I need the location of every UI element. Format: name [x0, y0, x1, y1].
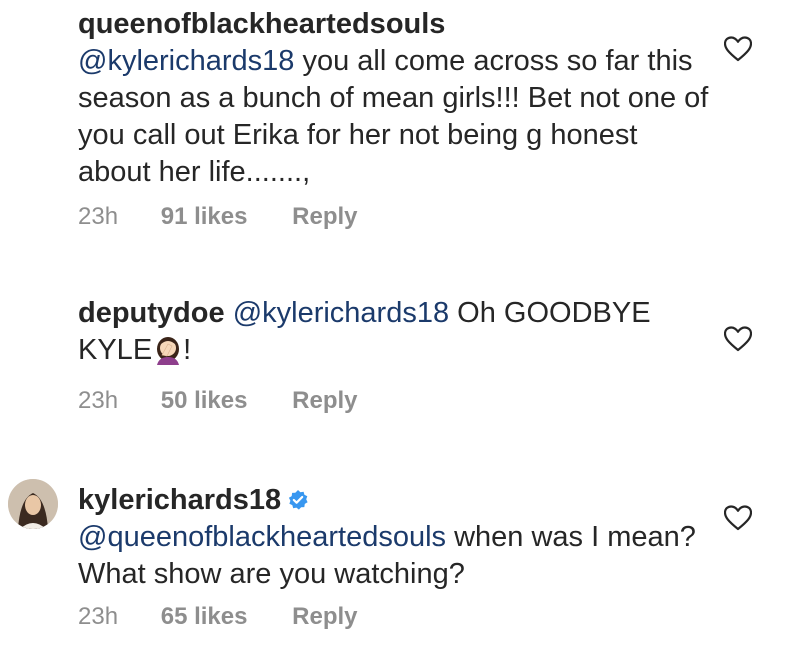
heart-outline-icon[interactable]: [724, 505, 752, 531]
comment-meta: 23h 65 likes Reply: [78, 603, 358, 631]
comment-meta: 23h 50 likes Reply: [78, 387, 358, 415]
reply-button[interactable]: Reply: [292, 387, 357, 414]
comment-mention[interactable]: @kylerichards18: [78, 45, 294, 77]
comment-username[interactable]: kylerichards18: [78, 484, 281, 516]
comment-text-end: !: [183, 334, 192, 366]
comment-username[interactable]: deputydoe: [78, 297, 225, 329]
comment-meta: 23h 91 likes Reply: [78, 203, 358, 231]
comment-username[interactable]: queenofblackheartedsouls: [78, 8, 445, 40]
comment-time: 23h: [78, 387, 119, 414]
comment-likes[interactable]: 50 likes: [161, 387, 248, 414]
avatar-image: [8, 479, 58, 529]
comment-mention[interactable]: @kylerichards18: [233, 297, 449, 329]
comment-item: queenofblackheartedsouls @kylerichards18…: [0, 0, 800, 245]
comment-body: kylerichards18 @queenofblackheartedsouls…: [78, 482, 718, 593]
woman-facepalming-emoji: [157, 337, 180, 365]
comment-time: 23h: [78, 603, 119, 630]
comment-mention[interactable]: @queenofblackheartedsouls: [78, 521, 446, 553]
verified-badge-icon: [289, 490, 308, 510]
comment-item: deputydoe @kylerichards18 Oh GOODBYE KYL…: [0, 288, 800, 423]
comment-item: kylerichards18 @queenofblackheartedsouls…: [0, 475, 800, 645]
comment-body: deputydoe @kylerichards18 Oh GOODBYE KYL…: [78, 295, 718, 369]
heart-outline-icon[interactable]: [724, 36, 752, 62]
comment-body: queenofblackheartedsouls @kylerichards18…: [78, 6, 718, 191]
comment-time: 23h: [78, 203, 119, 230]
reply-button[interactable]: Reply: [292, 603, 357, 630]
comment-likes[interactable]: 65 likes: [161, 603, 248, 630]
heart-outline-icon[interactable]: [724, 326, 752, 352]
profile-avatar[interactable]: [8, 479, 58, 529]
reply-button[interactable]: Reply: [292, 203, 357, 230]
comment-likes[interactable]: 91 likes: [161, 203, 248, 230]
